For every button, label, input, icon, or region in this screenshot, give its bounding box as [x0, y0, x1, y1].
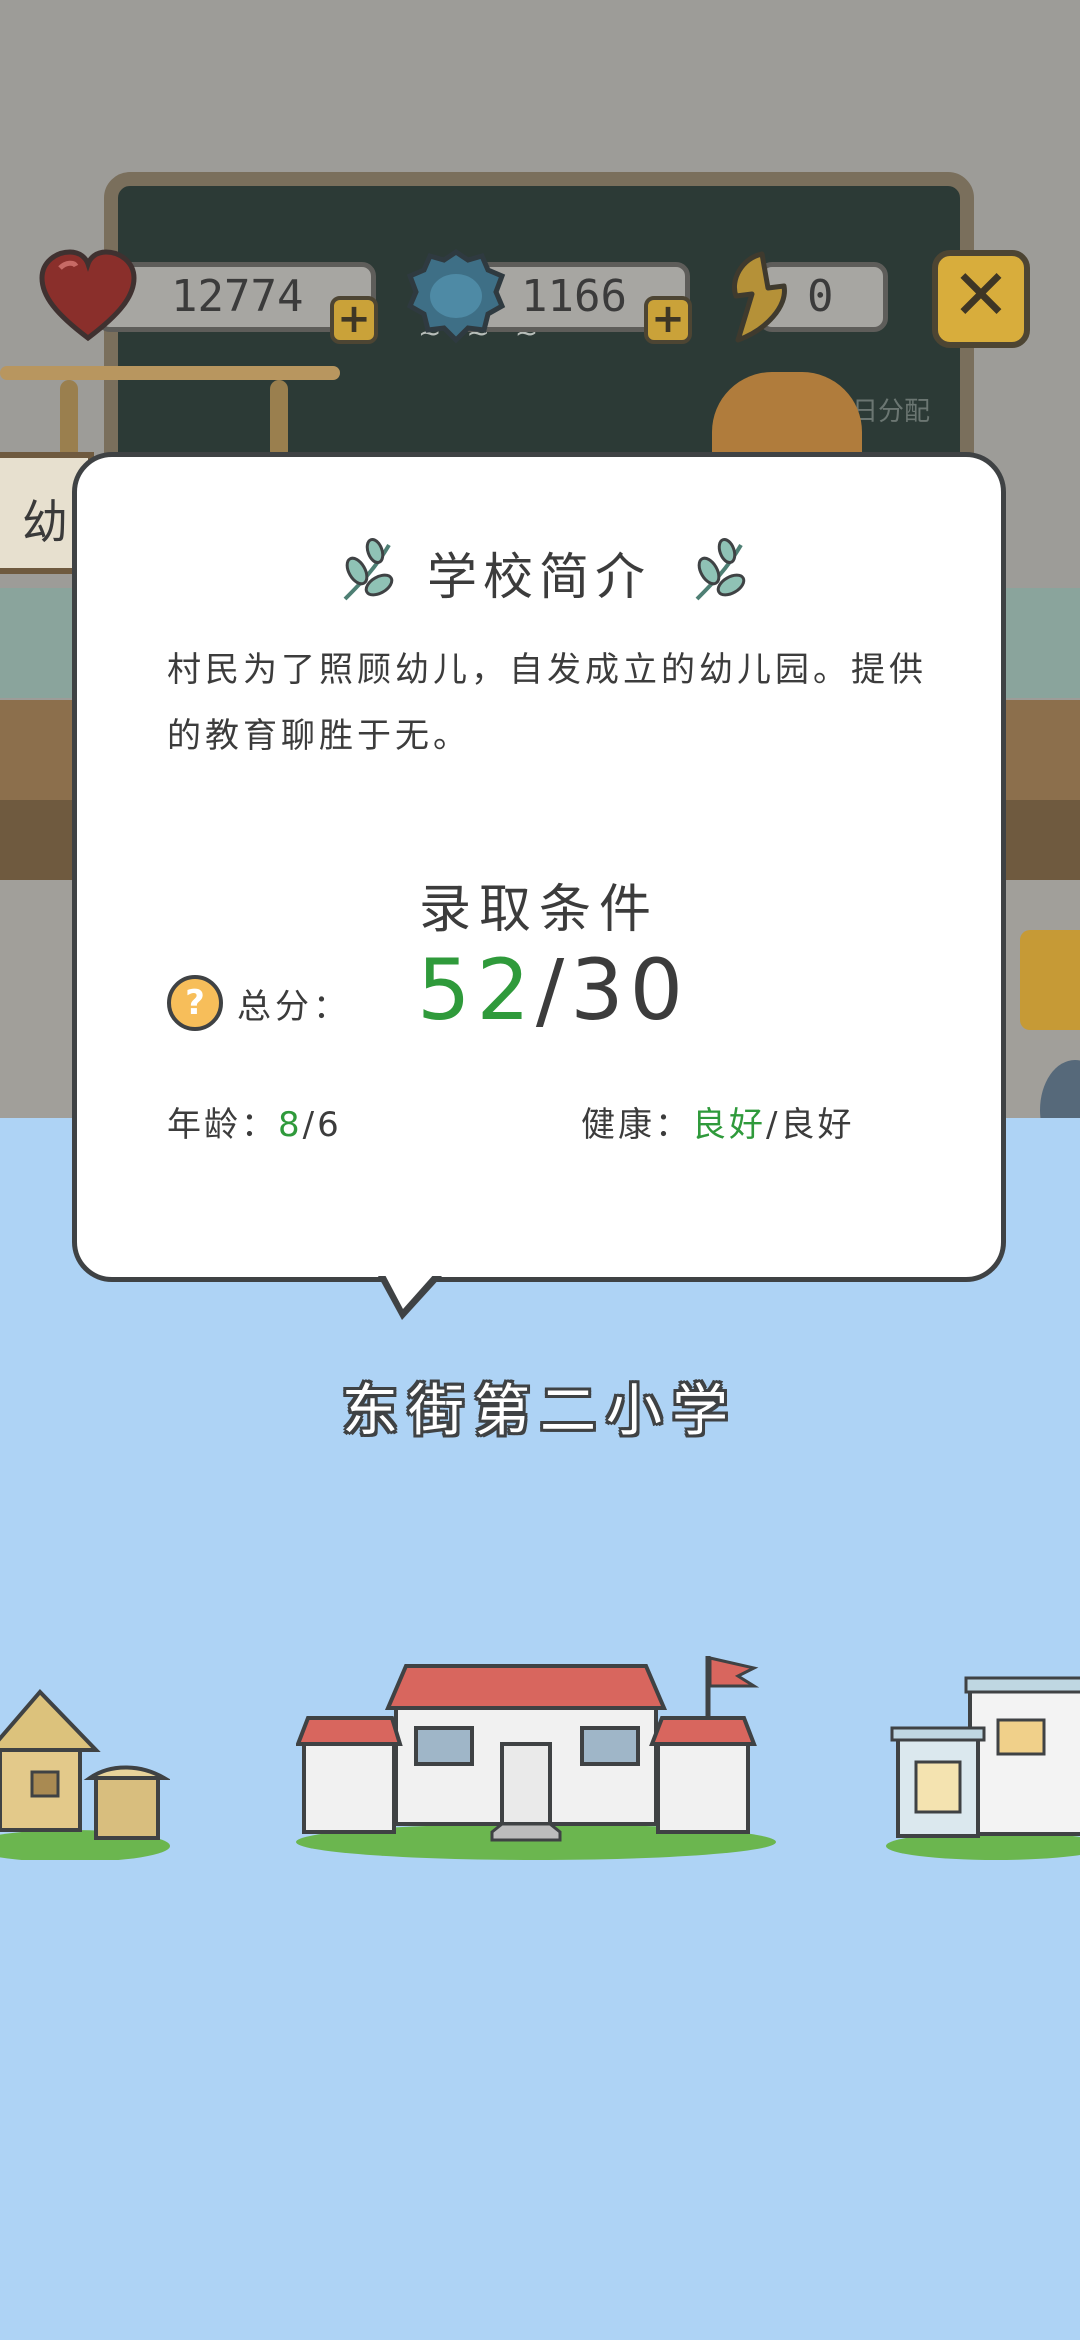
primary-school-building[interactable] [296, 1646, 786, 1862]
age-requirement: 年龄：8/6 [167, 1097, 342, 1146]
add-gems-button[interactable]: + [644, 296, 692, 344]
health-current: 良好 [692, 1105, 766, 1145]
modern-school-building[interactable] [886, 1670, 1080, 1860]
cat-character [712, 372, 862, 462]
total-score: 52/30 [417, 941, 689, 1039]
gems-value: 1166 [521, 271, 627, 322]
school-info-popup: 学校简介 村民为了照顾幼儿，自发成立的幼儿园。提供的教育聊胜于无。 录取条件 ?… [72, 452, 1006, 1282]
add-hearts-button[interactable]: + [330, 296, 378, 344]
popup-tail-inner [384, 1273, 435, 1309]
bolts-value: 0 [807, 271, 834, 322]
age-separator: / [302, 1105, 318, 1145]
rope [60, 380, 78, 460]
heart-icon [39, 249, 137, 342]
score-current: 52 [417, 941, 536, 1039]
health-required: 良好 [780, 1105, 855, 1145]
sign-text: 幼 [22, 495, 68, 549]
age-current: 8 [278, 1105, 303, 1145]
blue-gem-icon [406, 248, 506, 344]
total-score-label: 总分： [237, 987, 351, 1027]
thatched-hut-building[interactable] [0, 1680, 170, 1860]
age-required: 6 [317, 1105, 342, 1145]
side-button[interactable] [1020, 930, 1080, 1030]
age-label: 年龄： [167, 1105, 278, 1145]
requirements-title: 录取条件 [418, 880, 659, 940]
school-name: 东街第二小学 [342, 1379, 738, 1444]
board-text: 日分配 [851, 397, 930, 427]
lightning-icon [732, 251, 787, 343]
rope [270, 380, 288, 460]
health-separator: / [766, 1105, 781, 1145]
score-required: 30 [570, 941, 690, 1039]
leaf-ornament-icon [695, 537, 746, 601]
sign-pole [0, 366, 340, 380]
school-description: 村民为了照顾幼儿，自发成立的幼儿园。提供的教育聊胜于无。 [167, 650, 927, 756]
score-separator: / [535, 941, 571, 1039]
health-requirement: 健康：良好/良好 [581, 1097, 854, 1146]
health-label: 健康： [581, 1105, 692, 1145]
hearts-value: 12774 [171, 271, 304, 322]
popup-title: 学校简介 [427, 548, 651, 606]
close-button[interactable]: ✕ [932, 250, 1030, 348]
help-icon[interactable]: ? [167, 975, 223, 1031]
